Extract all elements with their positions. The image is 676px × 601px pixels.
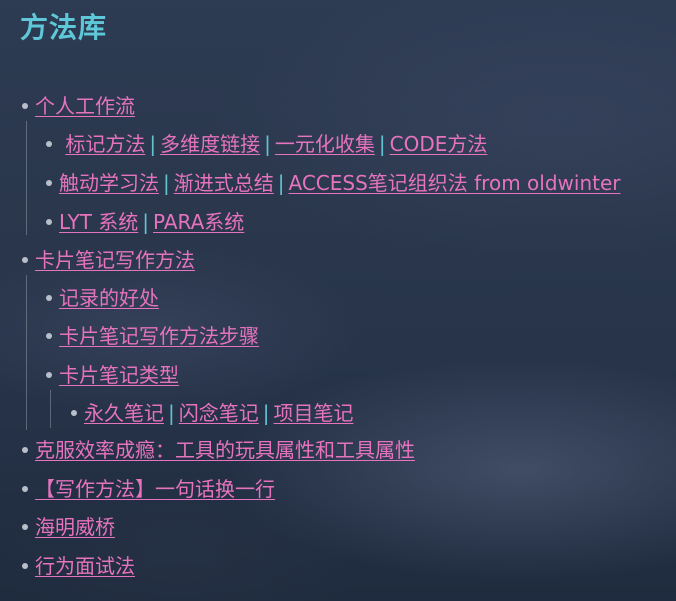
indent-guide <box>26 275 27 430</box>
link-marking-method[interactable]: 标记方法 <box>65 132 145 156</box>
bullet-icon <box>46 332 52 339</box>
list-item: 【写作方法】一句话换一行 <box>22 476 275 502</box>
link-card-note-steps[interactable]: 卡片笔记写作方法步骤 <box>59 324 259 348</box>
separator: | <box>277 171 285 195</box>
bullet-icon <box>46 140 52 147</box>
link-fleeting-notes[interactable]: 闪念笔记 <box>179 401 259 425</box>
link-project-notes[interactable]: 项目笔记 <box>274 401 354 425</box>
link-permanent-notes[interactable]: 永久笔记 <box>84 401 164 425</box>
list-item: 触动学习法 | 渐进式总结 | ACCESS笔记组织法 from oldwinter <box>46 170 621 196</box>
list-item: 永久笔记 | 闪念笔记 | 项目笔记 <box>71 400 354 426</box>
link-progressive-summary[interactable]: 渐进式总结 <box>174 171 274 195</box>
link-card-note-writing[interactable]: 卡片笔记写作方法 <box>35 248 195 272</box>
link-one-sentence-per-line[interactable]: 【写作方法】一句话换一行 <box>35 477 275 501</box>
list-item: 个人工作流 <box>22 93 135 119</box>
separator: | <box>163 171 170 195</box>
link-overcome-efficiency-addiction[interactable]: 克服效率成瘾：工具的玩具属性和工具属性 <box>35 438 415 462</box>
bullet-icon <box>46 179 52 186</box>
list-item: LYT 系统 | PARA系统 <box>46 209 244 235</box>
list-item: 行为面试法 <box>22 553 135 579</box>
link-code-method[interactable]: CODE方法 <box>390 132 488 156</box>
link-lyt-system[interactable]: LYT 系统 <box>59 210 138 234</box>
link-personal-workflow[interactable]: 个人工作流 <box>35 94 135 118</box>
link-hemingway-bridge[interactable]: 海明威桥 <box>35 515 115 539</box>
link-multi-dimension-linking[interactable]: 多维度链接 <box>160 132 260 156</box>
bullet-icon <box>22 485 28 492</box>
link-access-notes[interactable]: ACCESS笔记组织法 from oldwinter <box>289 171 621 195</box>
separator: | <box>264 132 271 156</box>
page: 方法库 个人工作流 标记方法 | 多维度链接 | 一元化收集 | CODE方法 触动学习法 |… <box>0 0 676 601</box>
bullet-icon <box>22 446 28 453</box>
separator: | <box>168 401 175 425</box>
link-behavioral-interview[interactable]: 行为面试法 <box>35 554 135 578</box>
separator: | <box>142 210 150 234</box>
bullet-icon <box>71 409 77 416</box>
list-item: 卡片笔记类型 <box>46 362 179 388</box>
indent-guide <box>50 390 51 428</box>
separator: | <box>378 132 386 156</box>
bullet-icon <box>22 102 28 109</box>
list-item: 海明威桥 <box>22 514 115 540</box>
bullet-icon <box>46 294 52 301</box>
separator: | <box>262 401 270 425</box>
link-card-note-types[interactable]: 卡片笔记类型 <box>59 363 179 387</box>
link-benefits-of-recording[interactable]: 记录的好处 <box>59 286 159 310</box>
bullet-icon <box>22 256 28 263</box>
list-item: 卡片笔记写作方法步骤 <box>46 323 259 349</box>
link-para-system[interactable]: PARA系统 <box>153 210 244 234</box>
list-item: 克服效率成瘾：工具的玩具属性和工具属性 <box>22 437 415 463</box>
list-item: 卡片笔记写作方法 <box>22 247 195 273</box>
link-touch-learning[interactable]: 触动学习法 <box>59 171 159 195</box>
bullet-icon <box>46 218 52 225</box>
bullet-icon <box>22 562 28 569</box>
link-unified-collection[interactable]: 一元化收集 <box>275 132 375 156</box>
bullet-icon <box>22 523 28 530</box>
page-title: 方法库 <box>20 11 108 44</box>
list-item: 记录的好处 <box>46 285 159 311</box>
separator: | <box>149 132 157 156</box>
indent-guide <box>26 121 27 235</box>
bullet-icon <box>46 371 52 378</box>
list-item: 标记方法 | 多维度链接 | 一元化收集 | CODE方法 <box>46 131 487 157</box>
